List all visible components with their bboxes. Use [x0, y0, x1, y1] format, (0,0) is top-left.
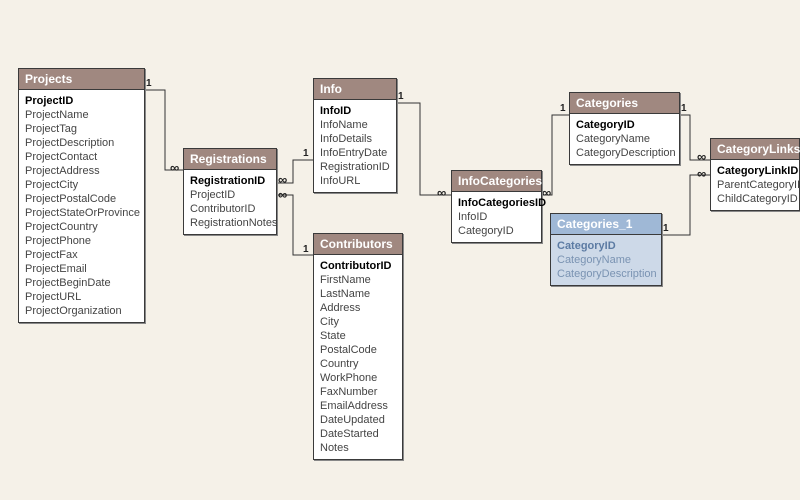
field: ProjectEmail	[25, 262, 138, 276]
field: DateStarted	[320, 427, 396, 441]
entity-fields: ContributorID FirstName LastName Address…	[314, 255, 402, 459]
field: ProjectCountry	[25, 220, 138, 234]
cardinality-one: 1	[303, 148, 309, 159]
field: WorkPhone	[320, 371, 396, 385]
field: ProjectDescription	[25, 136, 138, 150]
field: InfoURL	[320, 174, 390, 188]
field: FaxNumber	[320, 385, 396, 399]
entity-header: Info	[314, 79, 396, 100]
entity-info[interactable]: Info InfoID InfoName InfoDetails InfoEnt…	[313, 78, 397, 193]
cardinality-many: ∞	[437, 185, 446, 200]
field: DateUpdated	[320, 413, 396, 427]
cardinality-one: 1	[146, 78, 152, 89]
entity-registrations[interactable]: Registrations RegistrationID ProjectID C…	[183, 148, 277, 235]
entity-header: Projects	[19, 69, 144, 90]
entity-header: Registrations	[184, 149, 276, 170]
field: Notes	[320, 441, 396, 455]
field: ProjectURL	[25, 290, 138, 304]
entity-fields: CategoryLinkID ParentCategoryID ChildCat…	[711, 160, 799, 210]
field: ProjectTag	[25, 122, 138, 136]
cardinality-many: ∞	[278, 172, 287, 187]
field: InfoCategoriesID	[458, 196, 535, 210]
field: InfoDetails	[320, 132, 390, 146]
field: CategoryDescription	[557, 267, 655, 281]
field: ProjectContact	[25, 150, 138, 164]
cardinality-one: 1	[560, 103, 566, 114]
entity-fields: ProjectID ProjectName ProjectTag Project…	[19, 90, 144, 322]
field: RegistrationID	[320, 160, 390, 174]
field: ProjectAddress	[25, 164, 138, 178]
entity-header: Categories	[570, 93, 679, 114]
field: RegistrationNotes	[190, 216, 270, 230]
field: InfoName	[320, 118, 390, 132]
cardinality-one: 1	[663, 223, 669, 234]
field: ProjectName	[25, 108, 138, 122]
field: EmailAddress	[320, 399, 396, 413]
field: ProjectOrganization	[25, 304, 138, 318]
cardinality-many: ∞	[697, 149, 706, 164]
field: ProjectID	[25, 94, 138, 108]
entity-categorylinks[interactable]: CategoryLinks CategoryLinkID ParentCateg…	[710, 138, 800, 211]
field: ProjectStateOrProvince	[25, 206, 138, 220]
field: ParentCategoryID	[717, 178, 793, 192]
field: ProjectPhone	[25, 234, 138, 248]
entity-fields: InfoID InfoName InfoDetails InfoEntryDat…	[314, 100, 396, 192]
field: Address	[320, 301, 396, 315]
field: City	[320, 315, 396, 329]
field: LastName	[320, 287, 396, 301]
field: ChildCategoryID	[717, 192, 793, 206]
field: CategoryID	[557, 239, 655, 253]
entity-categories-1[interactable]: Categories_1 CategoryID CategoryName Cat…	[550, 213, 662, 286]
field: ProjectID	[190, 188, 270, 202]
field: CategoryName	[576, 132, 673, 146]
field: CategoryID	[576, 118, 673, 132]
cardinality-one: 1	[398, 91, 404, 102]
field: PostalCode	[320, 343, 396, 357]
field: ProjectPostalCode	[25, 192, 138, 206]
field: CategoryName	[557, 253, 655, 267]
entity-header: CategoryLinks	[711, 139, 799, 160]
entity-fields: InfoCategoriesID InfoID CategoryID	[452, 192, 541, 242]
field: ContributorID	[320, 259, 396, 273]
field: CategoryLinkID	[717, 164, 793, 178]
field: FirstName	[320, 273, 396, 287]
field: ContributorID	[190, 202, 270, 216]
field: InfoID	[320, 104, 390, 118]
field: ProjectBeginDate	[25, 276, 138, 290]
field: Country	[320, 357, 396, 371]
field: CategoryID	[458, 224, 535, 238]
entity-fields: CategoryID CategoryName CategoryDescript…	[570, 114, 679, 164]
cardinality-many: ∞	[170, 160, 179, 175]
entity-infocategories[interactable]: InfoCategories InfoCategoriesID InfoID C…	[451, 170, 542, 243]
entity-header: Categories_1	[551, 214, 661, 235]
entity-header: InfoCategories	[452, 171, 541, 192]
entity-contributors[interactable]: Contributors ContributorID FirstName Las…	[313, 233, 403, 460]
field: InfoEntryDate	[320, 146, 390, 160]
entity-categories[interactable]: Categories CategoryID CategoryName Categ…	[569, 92, 680, 165]
field: RegistrationID	[190, 174, 270, 188]
cardinality-one: 1	[303, 244, 309, 255]
field: CategoryDescription	[576, 146, 673, 160]
field: ProjectFax	[25, 248, 138, 262]
entity-fields: CategoryID CategoryName CategoryDescript…	[551, 235, 661, 285]
cardinality-one: 1	[681, 103, 687, 114]
field: State	[320, 329, 396, 343]
entity-fields: RegistrationID ProjectID ContributorID R…	[184, 170, 276, 234]
field: ProjectCity	[25, 178, 138, 192]
cardinality-many: ∞	[697, 166, 706, 181]
entity-projects[interactable]: Projects ProjectID ProjectName ProjectTa…	[18, 68, 145, 323]
field: InfoID	[458, 210, 535, 224]
cardinality-many: ∞	[278, 187, 287, 202]
entity-header: Contributors	[314, 234, 402, 255]
